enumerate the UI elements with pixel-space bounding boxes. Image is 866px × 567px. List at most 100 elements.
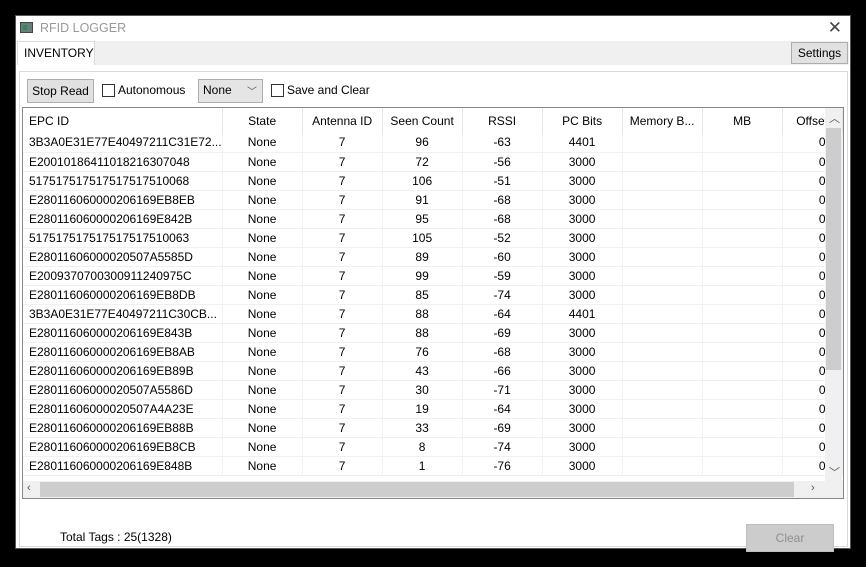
table-cell: 106 (382, 171, 463, 191)
table-cell: -71 (462, 380, 543, 400)
settings-button[interactable]: Settings (791, 42, 848, 64)
table-cell (622, 342, 703, 362)
table-row[interactable]: 3B3A0E31E77E40497211C30CB... None 7 88 -64 44… (23, 304, 843, 324)
table-cell: 7 (302, 285, 383, 305)
table-row[interactable]: E280116060000206169EB8EB None 7 91 -68 3000 0 (23, 190, 843, 210)
table-cell (702, 247, 783, 267)
stop-read-button[interactable]: Stop Read (27, 79, 94, 103)
table-cell (702, 190, 783, 210)
table-cell: -66 (462, 361, 543, 381)
table-cell: 7 (302, 304, 383, 324)
table-cell: E28011606000020507A5586D (23, 380, 223, 400)
table-cell: None (222, 228, 303, 248)
horizontal-scroll-thumb[interactable] (40, 482, 794, 497)
table-cell: -68 (462, 342, 543, 362)
table-cell: 7 (302, 323, 383, 343)
table-row[interactable]: E2009370700300911240975C None 7 99 -59 3000 0 (23, 266, 843, 286)
table-cell: E280116060000206169EB88B (23, 418, 223, 438)
table-cell (622, 228, 703, 248)
table-row[interactable]: E280116060000206169EB88B None 7 33 -69 3000 0 (23, 418, 843, 438)
table-cell: 7 (302, 266, 383, 286)
table-cell: -74 (462, 437, 543, 457)
mode-select[interactable]: None ﹀ (198, 79, 263, 103)
column-header[interactable]: EPC ID (23, 108, 223, 133)
scroll-up-icon[interactable]: ︿ (829, 110, 840, 126)
column-header[interactable]: Memory B... (622, 108, 703, 133)
table-cell: -68 (462, 190, 543, 210)
table-cell (622, 247, 703, 267)
column-header[interactable]: PC Bits (542, 108, 623, 133)
table-cell: 105 (382, 228, 463, 248)
table-row[interactable]: 3B3A0E31E77E40497211C31E72... None 7 96 -63 4… (23, 133, 843, 153)
clear-button[interactable]: Clear (746, 524, 834, 552)
table-cell: -64 (462, 304, 543, 324)
close-icon[interactable]: ✕ (828, 18, 842, 38)
table-row[interactable]: 517517517517517517510063 None 7 105 -52 3000 0 (23, 228, 843, 248)
table-cell: 43 (382, 361, 463, 381)
table-cell: None (222, 190, 303, 210)
table-cell (702, 323, 783, 343)
column-header[interactable]: Seen Count (382, 108, 463, 133)
table-cell: 3000 (542, 285, 623, 305)
table-cell: E28011606000020507A4A23E (23, 399, 223, 419)
table-cell (622, 209, 703, 229)
table-cell: 95 (382, 209, 463, 229)
table-cell: None (222, 133, 303, 153)
save-and-clear-checkbox[interactable] (271, 84, 284, 97)
table-cell: 7 (302, 437, 383, 457)
table-cell: E20010186411018216307048 (23, 152, 223, 172)
tab-bar: INVENTORY Settings (17, 41, 849, 65)
table-cell (622, 304, 703, 324)
table-row[interactable]: E280116060000206169EB8AB None 7 76 -68 3000 0 (23, 342, 843, 362)
table-row[interactable]: E280116060000206169EB89B None 7 43 -66 3000 0 (23, 361, 843, 381)
table-cell (702, 209, 783, 229)
column-header[interactable]: MB (702, 108, 783, 133)
column-header[interactable]: State (222, 108, 303, 133)
table-row[interactable]: E280116060000206169E842B None 7 95 -68 3000 0 (23, 209, 843, 229)
total-tags-label: Total Tags : (60, 530, 121, 544)
table-cell: 3000 (542, 437, 623, 457)
vertical-scroll-thumb[interactable] (826, 128, 841, 370)
table-cell: -63 (462, 133, 543, 153)
table-row[interactable]: E20010186411018216307048 None 7 72 -56 3000 0 (23, 152, 843, 172)
table-cell (702, 228, 783, 248)
scroll-right-icon[interactable]: › (811, 482, 815, 494)
table-cell: 30 (382, 380, 463, 400)
column-header[interactable]: Antenna ID (302, 108, 383, 133)
table-row[interactable]: E280116060000206169EB8CB None 7 8 -74 3000 0 (23, 437, 843, 457)
table-cell: -56 (462, 152, 543, 172)
table-cell (702, 133, 783, 153)
autonomous-checkbox[interactable] (102, 84, 115, 97)
table-cell: E280116060000206169E843B (23, 323, 223, 343)
table-row[interactable]: E28011606000020507A4A23E None 7 19 -64 3000 0 (23, 399, 843, 419)
table-cell (702, 361, 783, 381)
vertical-scrollbar[interactable]: ︿ ﹀ (825, 108, 842, 481)
table-cell: 7 (302, 228, 383, 248)
scroll-down-icon[interactable]: ﹀ (829, 464, 840, 480)
table-cell: None (222, 399, 303, 419)
table-cell: 7 (302, 456, 383, 476)
window-title: RFID LOGGER (40, 21, 127, 35)
column-header[interactable]: RSSI (462, 108, 543, 133)
tab-inventory[interactable]: INVENTORY (17, 41, 95, 65)
table-row[interactable]: E28011606000020507A5586D None 7 30 -71 3000 0 (23, 380, 843, 400)
table-cell: None (222, 437, 303, 457)
table-cell: None (222, 171, 303, 191)
table-row[interactable]: 517517517517517517510068 None 7 106 -51 3000 0 (23, 171, 843, 191)
table-row[interactable]: E28011606000020507A5585D None 7 89 -60 3000 0 (23, 247, 843, 267)
scroll-left-icon[interactable]: ‹ (27, 482, 31, 494)
table-cell: None (222, 266, 303, 286)
table-row[interactable]: E280116060000206169E848B None 7 1 -76 3000 0 (23, 456, 843, 476)
table-row[interactable]: E280116060000206169EB8DB None 7 85 -74 3000 0 (23, 285, 843, 305)
table-cell: -68 (462, 209, 543, 229)
table-cell: 4401 (542, 133, 623, 153)
table-row[interactable]: E280116060000206169E843B None 7 88 -69 3000 0 (23, 323, 843, 343)
table-cell (622, 437, 703, 457)
inventory-table[interactable]: EPC ID State Antenna ID Seen Count RSSI PC Bi… (22, 107, 844, 499)
table-cell: 3000 (542, 171, 623, 191)
horizontal-scrollbar[interactable]: ‹ › (23, 481, 843, 498)
table-cell: 7 (302, 380, 383, 400)
table-cell: E280116060000206169E848B (23, 456, 223, 476)
mode-select-value: None (203, 83, 232, 97)
table-cell: 3000 (542, 247, 623, 267)
